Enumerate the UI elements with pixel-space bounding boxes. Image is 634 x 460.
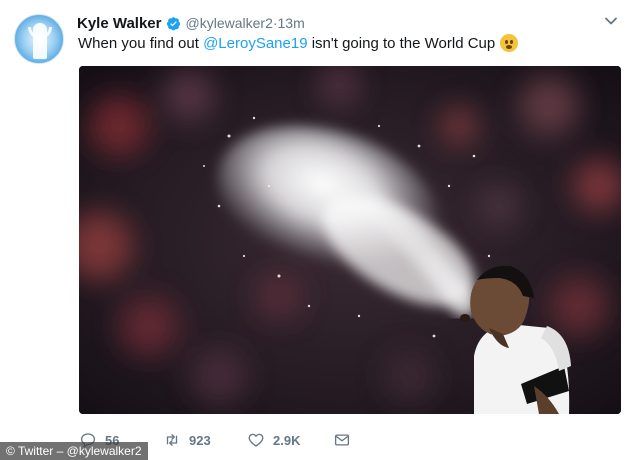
tweet-text-before: When you find out: [78, 34, 204, 52]
direct-message-button[interactable]: [333, 431, 351, 449]
like-count: 2.9K: [273, 432, 301, 448]
tweet-timestamp[interactable]: ·13m: [273, 15, 305, 31]
tweet-text-after: isn't going to the World Cup: [307, 34, 496, 52]
chevron-down-icon[interactable]: [604, 14, 618, 28]
like-button[interactable]: 2.9K: [247, 431, 333, 449]
photo-player-spraying-water: [79, 66, 621, 414]
heart-icon: [248, 433, 264, 447]
figure-shape: [33, 23, 47, 59]
tweet-photo[interactable]: [79, 66, 621, 414]
tweet-text: When you find out @LeroySane19 isn't goi…: [78, 34, 519, 52]
retweet-count: 923: [189, 432, 211, 448]
avatar[interactable]: [14, 14, 64, 64]
image-credit-watermark: © Twitter – @kylewalker2: [0, 442, 148, 460]
verified-badge-icon: [166, 16, 180, 30]
worried-face-emoji-icon: [500, 34, 519, 52]
retweet-button[interactable]: 923: [163, 431, 247, 449]
author-handle[interactable]: @kylewalker2: [186, 15, 273, 31]
retweet-icon: [166, 434, 178, 446]
tweet-card: Kyle Walker @kylewalker2 ·13m When you f…: [0, 0, 634, 460]
tweet-header: Kyle Walker @kylewalker2 ·13m: [77, 13, 305, 33]
mention-link[interactable]: @LeroySane19: [203, 35, 307, 52]
envelope-icon: [334, 434, 350, 446]
author-name[interactable]: Kyle Walker: [77, 15, 162, 32]
